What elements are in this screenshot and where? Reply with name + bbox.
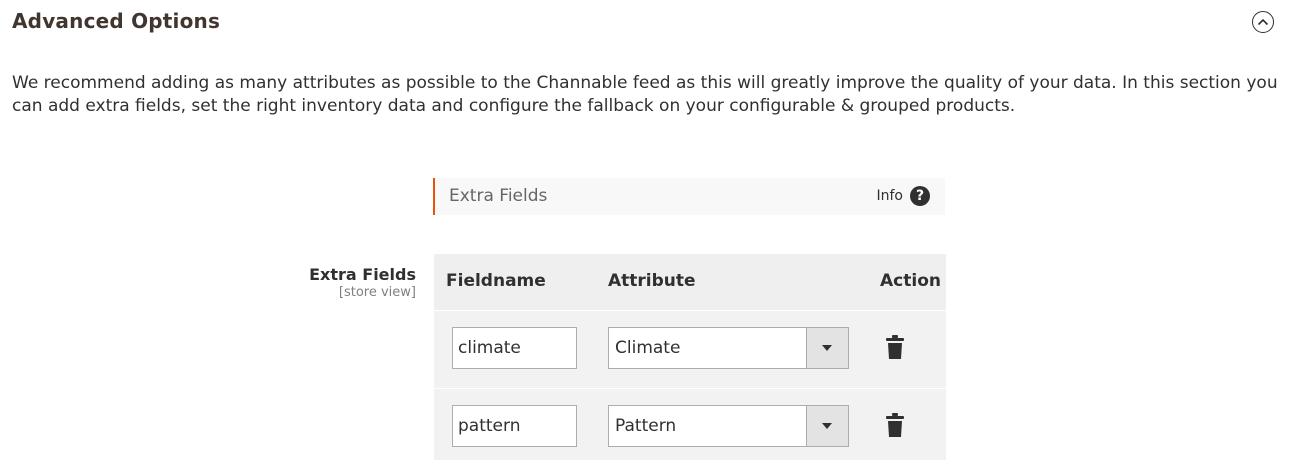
section-title: Advanced Options (12, 9, 221, 33)
column-header-action: Action (880, 271, 941, 291)
attribute-select-value: Climate (615, 338, 681, 358)
help-icon[interactable]: ? (910, 186, 930, 206)
field-label-text: Extra Fields (309, 265, 416, 284)
advanced-options-page: Advanced Options We recommend adding as … (0, 0, 1311, 460)
attribute-select[interactable]: Climate (608, 327, 849, 369)
info-link[interactable]: Info (877, 188, 904, 204)
subheader-title: Extra Fields (449, 186, 548, 206)
attribute-select-value: Pattern (615, 416, 677, 436)
trash-icon[interactable] (886, 413, 904, 437)
fieldname-input[interactable] (452, 327, 577, 369)
extra-fields-grid: Fieldname Attribute Action Climate Patte… (434, 254, 946, 460)
column-header-fieldname: Fieldname (446, 271, 546, 291)
grid-header: Fieldname Attribute Action (434, 254, 946, 310)
collapse-button[interactable] (1252, 11, 1274, 33)
dropdown-toggle[interactable] (806, 406, 848, 446)
extra-fields-subheader: Extra Fields Info ? (433, 178, 945, 215)
field-scope-text: [store view] (338, 285, 416, 300)
section-description: We recommend adding as many attributes a… (12, 73, 1278, 116)
table-row: Climate (434, 311, 946, 388)
caret-down-icon (822, 345, 832, 351)
caret-down-icon (822, 423, 832, 429)
column-header-attribute: Attribute (608, 271, 696, 291)
extra-fields-label: Extra Fields [store view] (309, 265, 416, 300)
trash-icon[interactable] (886, 335, 904, 359)
chevron-up-icon (1257, 18, 1269, 26)
attribute-select[interactable]: Pattern (608, 405, 849, 447)
dropdown-toggle[interactable] (806, 328, 848, 368)
fieldname-input[interactable] (452, 405, 577, 447)
table-row: Pattern (434, 389, 946, 460)
